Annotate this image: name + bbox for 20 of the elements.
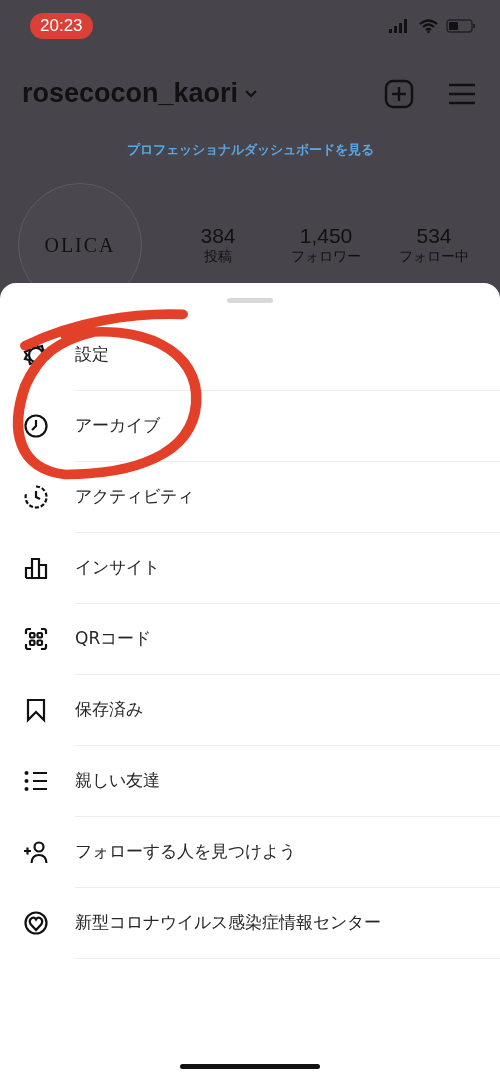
status-time: 20:23	[30, 13, 93, 39]
qr-code-icon[interactable]	[23, 625, 49, 652]
clock-icon[interactable]	[23, 483, 49, 510]
add-person-icon[interactable]	[23, 838, 49, 865]
menu-item[interactable]: インサイト	[75, 531, 500, 604]
menu-item[interactable]: アーカイブ	[75, 389, 500, 462]
dashboard-link[interactable]: プロフェッショナルダッシュボードを見る	[126, 142, 374, 157]
clock-icon[interactable]	[23, 412, 49, 439]
sheet-handle[interactable]	[227, 298, 273, 303]
menu-item[interactable]: 新型コロナウイルス感染症情報センター	[75, 886, 500, 959]
menu-item[interactable]: QRコード	[75, 602, 500, 675]
menu-item[interactable]: アクティビティ	[75, 460, 500, 533]
menu-item[interactable]: 設定	[75, 318, 500, 391]
menu-item[interactable]: 親しい友達	[75, 744, 500, 817]
wifi-icon	[419, 19, 438, 33]
avatar-logo-text: OLICA	[44, 233, 116, 257]
menu-item[interactable]: フォローする人を見つけよう	[75, 815, 500, 888]
heart-badge-icon[interactable]	[23, 909, 49, 936]
battery-icon	[446, 19, 476, 33]
menu-item[interactable]: 保存済み	[75, 673, 500, 746]
